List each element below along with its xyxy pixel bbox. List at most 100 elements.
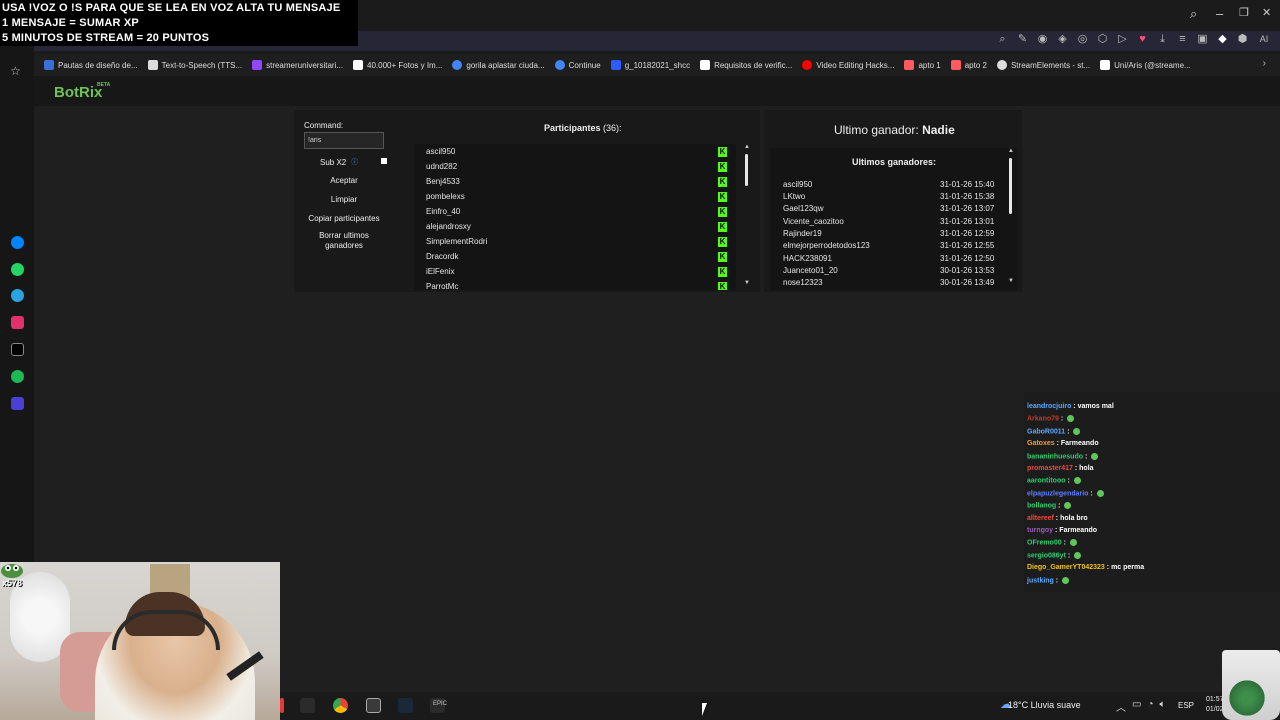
emote-icon bbox=[1074, 551, 1082, 559]
kick-icon: K bbox=[718, 147, 727, 157]
list-item: SimplementRodri bbox=[426, 237, 488, 246]
overlay-line-1: USA !VOZ O !S PARA QUE SE LEA EN VOZ ALT… bbox=[2, 2, 341, 14]
list-item: iElFenix bbox=[426, 267, 455, 276]
volume-icon[interactable]: 🔈︎ bbox=[1160, 699, 1166, 714]
bookmark-8[interactable]: Requisitos de verific... bbox=[700, 60, 792, 70]
vpn-icon[interactable]: ◎ bbox=[1076, 33, 1089, 46]
zoom-icon[interactable]: ⌕ bbox=[996, 33, 1009, 46]
delete-winners-button[interactable]: Borrar ultimos ganadores bbox=[304, 231, 384, 251]
language-indicator[interactable]: ESP bbox=[1178, 701, 1194, 710]
winner-name: Rajinder19 bbox=[783, 229, 822, 238]
winners-scrollbar[interactable]: ▲ ▼ bbox=[1008, 148, 1014, 286]
x-icon[interactable] bbox=[11, 343, 24, 356]
wallet-icon[interactable]: ▣ bbox=[1196, 33, 1209, 46]
time: 01:57 bbox=[1206, 696, 1224, 703]
winner-date: 31-01-26 12:59 bbox=[940, 229, 995, 238]
chat-message: promaster417 : hola bbox=[1027, 465, 1094, 472]
messenger-icon[interactable] bbox=[11, 236, 24, 249]
chat-separator: : bbox=[1056, 502, 1063, 510]
chat-message: elpapuzlegendario : bbox=[1027, 489, 1104, 497]
bookmark-3[interactable]: streameruniversitari... bbox=[252, 60, 343, 70]
spotify-icon[interactable] bbox=[11, 370, 24, 383]
telegram-icon[interactable] bbox=[11, 289, 24, 302]
diamond-icon[interactable]: ◆ bbox=[1216, 33, 1229, 46]
winner-date: 31-01-26 12:50 bbox=[940, 254, 995, 263]
sub-count-badge: x578 bbox=[2, 578, 23, 588]
bookmark-11[interactable]: apto 2 bbox=[950, 60, 987, 70]
extension-icon[interactable]: ⬡ bbox=[1096, 33, 1109, 46]
kick-icon: K bbox=[718, 222, 727, 232]
camera-icon[interactable]: ◉ bbox=[1036, 33, 1049, 46]
bookmark-6[interactable]: Continue bbox=[554, 60, 601, 70]
wifi-icon[interactable]: ◔ bbox=[1147, 699, 1153, 714]
scroll-thumb[interactable] bbox=[745, 154, 748, 186]
weather-widget[interactable]: 18°C Lluvia suave bbox=[1008, 700, 1081, 710]
chat-separator: : bbox=[1053, 576, 1061, 584]
chat-separator: : bbox=[1083, 452, 1090, 460]
close-button[interactable]: ✕ bbox=[1262, 6, 1271, 19]
shield-icon[interactable]: ◈ bbox=[1056, 33, 1069, 46]
chat-message: Gatoxes : Farmeando bbox=[1027, 440, 1099, 447]
menu-icon[interactable]: ≡ bbox=[1176, 33, 1189, 46]
google-icon bbox=[452, 60, 463, 70]
epic-label: EPIC bbox=[433, 701, 448, 707]
bookmark-13[interactable]: Uni/Aris (@streame... bbox=[1100, 60, 1191, 70]
scroll-down-icon[interactable]: ▼ bbox=[744, 280, 750, 286]
download-icon[interactable]: ⤓ bbox=[1156, 33, 1169, 46]
scroll-down-icon[interactable]: ▼ bbox=[1008, 278, 1014, 284]
bookmark-2[interactable]: Text-to-Speech (TTS... bbox=[147, 60, 242, 70]
accept-button[interactable]: Aceptar bbox=[304, 176, 384, 186]
instagram-icon[interactable] bbox=[11, 316, 24, 329]
chat-username: alltereef bbox=[1027, 514, 1054, 522]
clear-button[interactable]: Limpiar bbox=[304, 195, 384, 205]
airbnb-icon bbox=[950, 60, 961, 70]
system-tray: ︿ ▭ ◔ 🔈︎ bbox=[1116, 699, 1166, 714]
mouse-cursor bbox=[702, 703, 712, 716]
chat-text: Farmeando bbox=[1060, 440, 1099, 448]
restore-button[interactable]: ❐ bbox=[1239, 6, 1249, 19]
player-icon[interactable] bbox=[11, 397, 24, 410]
bookmarks-more-icon[interactable]: › bbox=[1263, 58, 1266, 69]
winner-name: Juanceto01_20 bbox=[783, 266, 838, 275]
command-input[interactable] bbox=[304, 132, 384, 149]
info-icon[interactable]: ⓘ bbox=[351, 157, 358, 167]
twitch-icon bbox=[252, 60, 263, 70]
capture-app-icon[interactable] bbox=[300, 698, 315, 713]
bookmark-5[interactable]: gorila aplastar ciuda... bbox=[452, 60, 545, 70]
participants-scrollbar[interactable]: ▲ ▼ bbox=[744, 144, 750, 288]
chevron-up-icon[interactable]: ︿ bbox=[1116, 699, 1126, 714]
minimize-button[interactable]: – bbox=[1216, 6, 1223, 21]
bookmark-4[interactable]: 40.000+ Fotos y Im... bbox=[353, 60, 442, 70]
copy-participants-button[interactable]: Copiar participantes bbox=[304, 214, 384, 224]
sub-x2-checkbox[interactable] bbox=[381, 158, 387, 164]
scroll-up-icon[interactable]: ▲ bbox=[744, 144, 750, 150]
list-item: ascil950 bbox=[426, 147, 456, 156]
files-icon[interactable] bbox=[366, 698, 381, 713]
play-icon[interactable]: ▷ bbox=[1116, 33, 1129, 46]
chat-username: OFremo00 bbox=[1027, 539, 1062, 547]
cube-icon[interactable]: ⬢ bbox=[1236, 33, 1249, 46]
chrome-icon[interactable] bbox=[333, 698, 348, 713]
ai-button[interactable]: AI bbox=[1256, 33, 1272, 46]
botrix-logo[interactable]: BotRix bbox=[54, 84, 102, 101]
bookmark-7[interactable]: g_10182021_shcc bbox=[610, 60, 690, 70]
kick-icon: K bbox=[718, 267, 727, 277]
bookmark-9[interactable]: Video Editing Hacks... bbox=[802, 60, 894, 70]
bookmark-star-icon[interactable]: ☆ bbox=[10, 64, 21, 78]
emote-icon bbox=[1073, 477, 1081, 485]
scroll-up-icon[interactable]: ▲ bbox=[1008, 148, 1014, 154]
pexels-icon bbox=[353, 60, 364, 70]
bookmark-10[interactable]: apto 1 bbox=[904, 60, 941, 70]
scroll-thumb[interactable] bbox=[1009, 158, 1012, 214]
network-icon[interactable]: ▭ bbox=[1132, 699, 1141, 714]
emote-icon bbox=[1062, 576, 1070, 584]
app-icon[interactable] bbox=[280, 698, 284, 713]
bookmark-12[interactable]: StreamElements - st... bbox=[996, 60, 1090, 70]
steam-icon[interactable] bbox=[398, 698, 413, 713]
bookmark-1[interactable]: Pautas de diseño de... bbox=[44, 60, 138, 70]
heart-icon[interactable]: ♥ bbox=[1136, 33, 1149, 46]
edit-icon[interactable]: ✎ bbox=[1016, 33, 1029, 46]
chat-username: Gatoxes bbox=[1027, 440, 1055, 448]
whatsapp-icon[interactable] bbox=[11, 263, 24, 276]
browser-search-icon[interactable]: ⌕ bbox=[1190, 6, 1197, 22]
